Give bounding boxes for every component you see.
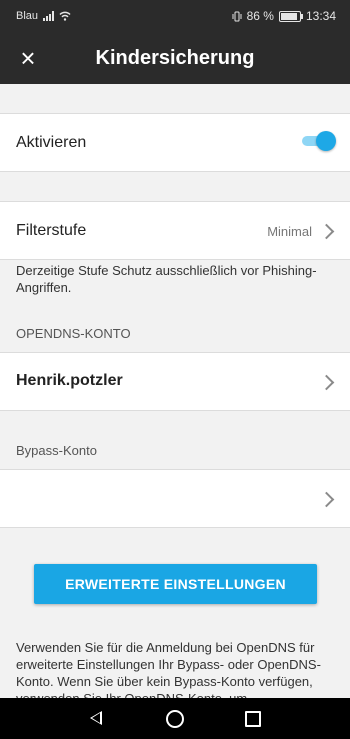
opendns-account-name: Henrik.potzler xyxy=(16,372,123,389)
bypass-account-row[interactable] xyxy=(0,469,350,528)
signal-icon xyxy=(43,11,55,21)
chevron-right-icon xyxy=(318,374,335,391)
footer-help-text: Verwenden Sie für die Anmeldung bei Open… xyxy=(16,640,321,698)
filter-level-value: Minimal xyxy=(267,224,312,239)
chevron-right-icon xyxy=(318,491,335,508)
home-icon[interactable] xyxy=(166,710,184,728)
battery-percent: 86 % xyxy=(246,9,274,23)
back-icon[interactable] xyxy=(90,711,102,725)
activate-label: Aktivieren xyxy=(16,134,87,151)
filter-description: Derzeitige Stufe Schutz ausschließlich v… xyxy=(16,263,317,295)
toggle-thumb xyxy=(316,131,336,151)
chevron-right-icon xyxy=(318,223,335,240)
bypass-section-header: Bypass-Konto xyxy=(16,443,97,458)
wifi-icon xyxy=(59,11,71,21)
battery-icon xyxy=(278,10,303,22)
opendns-account-row[interactable]: Henrik.potzler xyxy=(0,352,350,411)
filter-level-label: Filterstufe xyxy=(16,222,87,239)
opendns-section-header: OPENDNS-KONTO xyxy=(16,326,131,341)
page-title: Kindersicherung xyxy=(95,47,255,69)
status-bar: Blau 86 % 13:34 xyxy=(0,0,350,32)
app-bar: × Kindersicherung xyxy=(0,32,350,84)
activate-row[interactable]: Aktivieren xyxy=(0,113,350,172)
carrier-label: Blau xyxy=(16,10,39,22)
vibrate-icon xyxy=(232,11,242,21)
advanced-settings-button[interactable]: ERWEITERTE EINSTELLUNGEN xyxy=(34,564,317,604)
filter-level-row[interactable]: Filterstufe Minimal xyxy=(0,201,350,260)
settings-content: Aktivieren Filterstufe Minimal Derzeitig… xyxy=(0,84,350,698)
recent-apps-icon[interactable] xyxy=(245,711,261,727)
navigation-bar xyxy=(0,698,350,739)
activate-toggle[interactable] xyxy=(302,131,336,151)
clock: 13:34 xyxy=(305,9,336,23)
